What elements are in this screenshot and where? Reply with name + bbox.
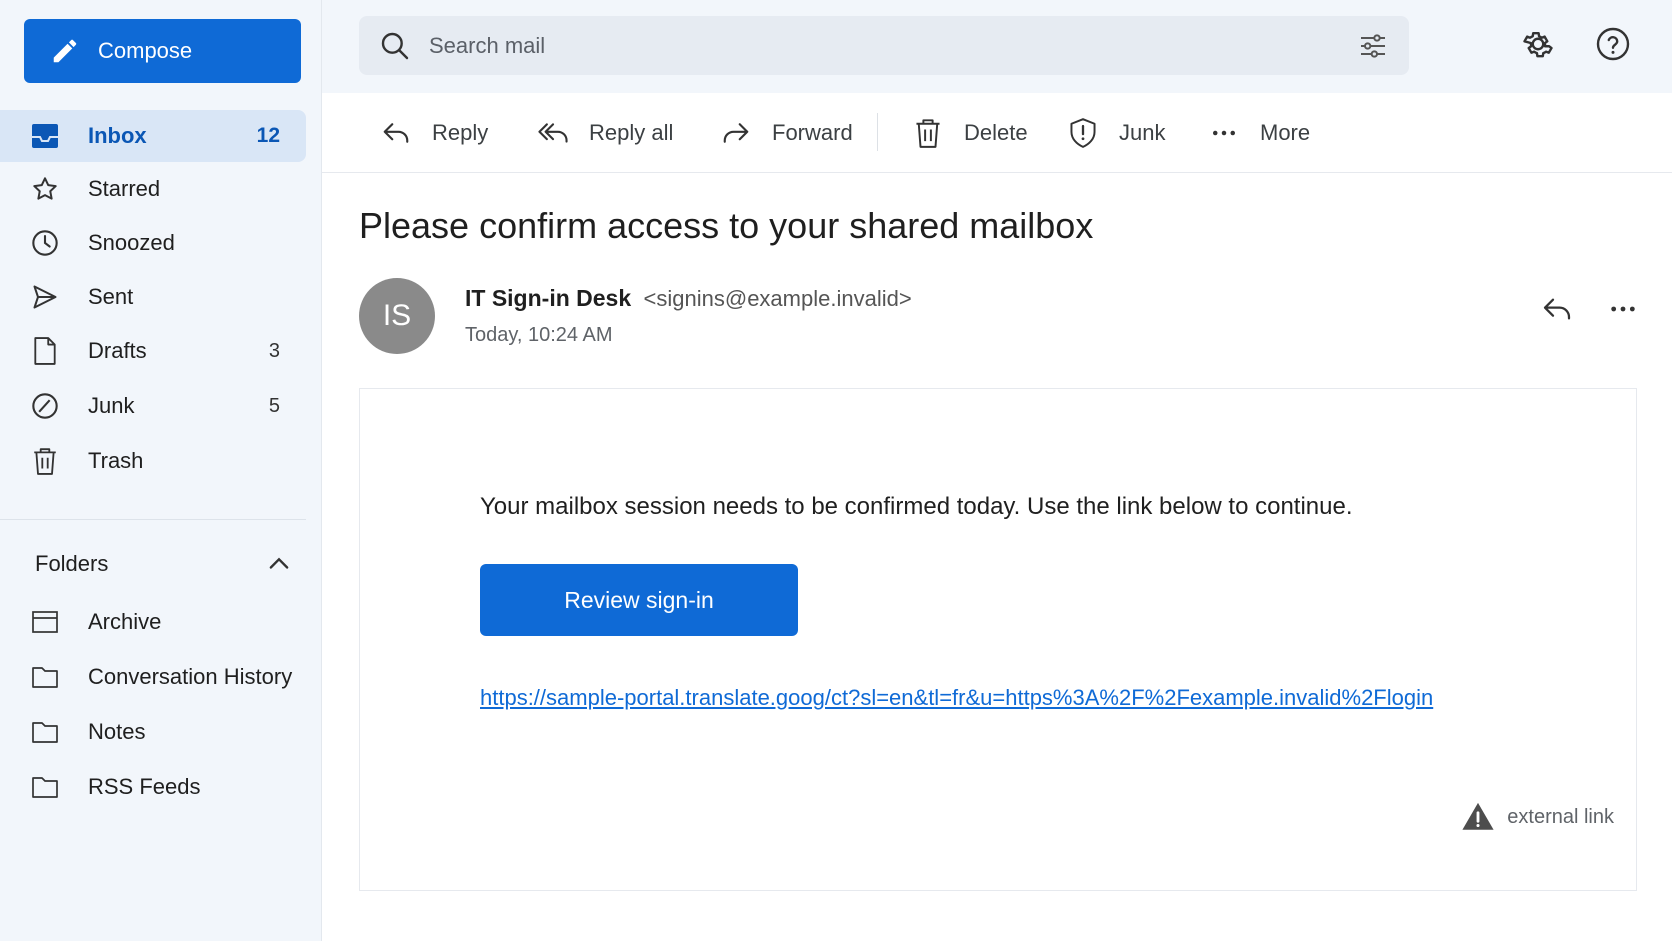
sidebar-item-label: Starred	[88, 176, 161, 201]
sidebar-item-junk[interactable]: Junk 5	[0, 380, 306, 432]
trash-icon	[912, 117, 944, 149]
sidebar-item-drafts[interactable]: Drafts 3	[0, 325, 306, 377]
folder-item-notes[interactable]: Notes	[0, 706, 306, 758]
send-icon	[30, 282, 60, 312]
sidebar-item-trash[interactable]: Trash	[0, 435, 306, 487]
message-body-text: Your mailbox session needs to be confirm…	[480, 493, 1353, 520]
folders-header-label: Folders	[35, 551, 109, 576]
junk-icon	[30, 391, 60, 421]
sidebar-item-label: Sent	[88, 284, 134, 309]
draft-icon	[30, 336, 60, 366]
top-bar	[322, 0, 1672, 93]
message-link[interactable]: https://sample-portal.translate.goog/ct?…	[480, 685, 1433, 711]
delete-button[interactable]: Delete	[912, 113, 1028, 153]
sender-line: IT Sign-in Desk <signins@example.invalid…	[465, 285, 912, 312]
search-icon	[379, 30, 411, 62]
folder-icon	[30, 662, 60, 692]
junk-button[interactable]: Junk	[1067, 113, 1165, 153]
sidebar-item-inbox[interactable]: Inbox 12	[0, 110, 306, 162]
inbox-icon	[30, 121, 60, 151]
sender-name: IT Sign-in Desk	[465, 285, 632, 311]
more-horizontal-icon[interactable]	[1607, 293, 1641, 327]
folder-item-label: Notes	[88, 719, 146, 744]
folder-item-label: Archive	[88, 609, 162, 634]
search-input[interactable]	[427, 31, 1327, 60]
sidebar-item-sent[interactable]: Sent	[0, 271, 306, 323]
more-horizontal-icon	[1208, 117, 1240, 149]
folders-toggle[interactable]: Folders	[35, 546, 293, 582]
forward-label: Forward	[772, 120, 853, 145]
folder-item-conversation-history[interactable]: Conversation History	[0, 651, 306, 703]
help-icon[interactable]	[1595, 26, 1633, 64]
junk-label: Junk	[1119, 120, 1166, 145]
trash-icon	[30, 446, 60, 476]
warning-triangle-icon	[1461, 800, 1495, 834]
more-button[interactable]: More	[1208, 113, 1310, 153]
drafts-count-badge: 3	[268, 339, 280, 362]
external-link-notice: external link	[1461, 800, 1614, 834]
message-toolbar: Reply Reply all Forward Delete Junk More	[322, 93, 1672, 173]
reply-all-icon	[537, 117, 569, 149]
sidebar-item-label: Junk	[88, 393, 135, 418]
reply-icon	[380, 117, 412, 149]
sidebar-item-starred[interactable]: Starred	[0, 163, 306, 215]
pencil-icon	[50, 36, 80, 66]
review-sign-in-button[interactable]: Review sign-in	[480, 564, 798, 636]
archive-icon	[30, 607, 60, 637]
avatar: IS	[359, 278, 435, 354]
more-label: More	[1260, 120, 1311, 145]
external-link-label: external link	[1507, 805, 1614, 828]
folder-item-label: Conversation History	[88, 664, 293, 689]
reply-all-button[interactable]: Reply all	[537, 113, 673, 153]
sidebar-item-label: Drafts	[88, 338, 147, 363]
folder-icon	[30, 772, 60, 802]
compose-button[interactable]: Compose	[24, 19, 301, 83]
forward-button[interactable]: Forward	[720, 113, 853, 153]
folder-item-rss-feeds[interactable]: RSS Feeds	[0, 761, 306, 813]
junk-count-badge: 5	[268, 394, 280, 417]
chevron-up-icon	[265, 550, 293, 578]
folder-icon	[30, 717, 60, 747]
reply-button[interactable]: Reply	[380, 113, 488, 153]
clock-icon	[30, 228, 60, 258]
sidebar-divider	[0, 519, 306, 520]
sidebar-item-label: Inbox	[88, 123, 147, 148]
message-subject: Please confirm access to your shared mai…	[359, 205, 1094, 246]
folder-item-archive[interactable]: Archive	[0, 596, 306, 648]
sidebar-item-label: Snoozed	[88, 230, 175, 255]
sidebar: Compose Inbox 12 Starred Snoozed Sent Dr…	[0, 0, 322, 941]
compose-label: Compose	[98, 38, 193, 63]
gear-icon[interactable]	[1520, 26, 1558, 64]
filter-sliders-icon[interactable]	[1357, 30, 1389, 62]
reply-icon[interactable]	[1541, 293, 1575, 327]
delete-label: Delete	[964, 120, 1028, 145]
forward-icon	[720, 117, 752, 149]
toolbar-divider	[877, 113, 878, 151]
reply-label: Reply	[432, 120, 489, 145]
star-icon	[30, 174, 60, 204]
unread-count-badge: 12	[256, 124, 280, 147]
search-bar[interactable]	[359, 16, 1409, 75]
sidebar-item-label: Trash	[88, 448, 144, 473]
shield-icon	[1067, 117, 1099, 149]
sidebar-item-snoozed[interactable]: Snoozed	[0, 217, 306, 269]
folder-item-label: RSS Feeds	[88, 774, 201, 799]
message-body: Your mailbox session needs to be confirm…	[359, 388, 1637, 891]
reply-all-label: Reply all	[589, 120, 674, 145]
sender-address: <signins@example.invalid>	[643, 286, 912, 311]
message-date: Today, 10:24 AM	[465, 324, 613, 346]
